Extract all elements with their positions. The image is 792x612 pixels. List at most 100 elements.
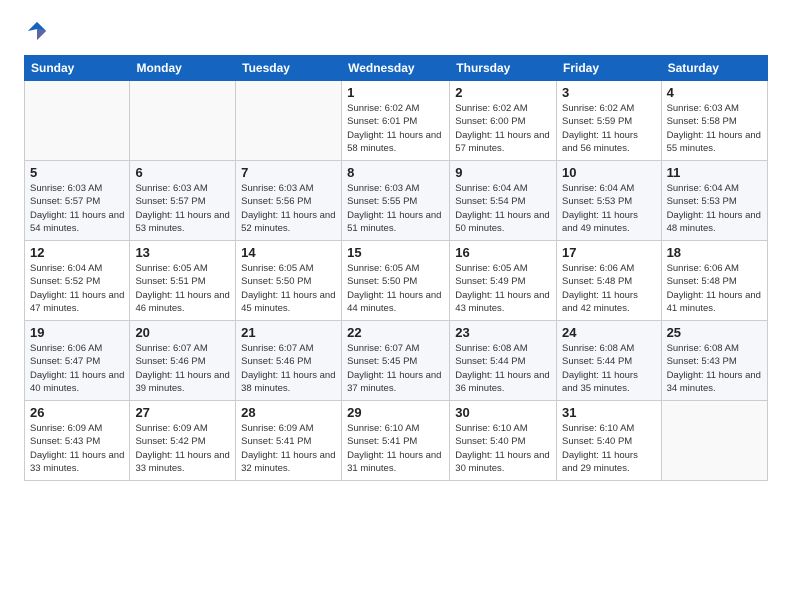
day-content: Sunrise: 6:10 AM Sunset: 5:40 PM Dayligh… <box>455 422 551 475</box>
weekday-tuesday: Tuesday <box>236 56 342 81</box>
day-content: Sunrise: 6:03 AM Sunset: 5:56 PM Dayligh… <box>241 182 336 235</box>
calendar-cell: 6 Sunrise: 6:03 AM Sunset: 5:57 PM Daylig… <box>130 161 236 241</box>
calendar-cell: 8 Sunrise: 6:03 AM Sunset: 5:55 PM Daylig… <box>342 161 450 241</box>
calendar-cell: 25 Sunrise: 6:08 AM Sunset: 5:43 PM Dayli… <box>661 321 767 401</box>
calendar-cell: 7 Sunrise: 6:03 AM Sunset: 5:56 PM Daylig… <box>236 161 342 241</box>
calendar-cell: 1 Sunrise: 6:02 AM Sunset: 6:01 PM Daylig… <box>342 81 450 161</box>
calendar-cell: 15Sunrise: 6:05 AM Sunset: 5:50 PM Dayli… <box>342 241 450 321</box>
calendar-cell: 13 Sunrise: 6:05 AM Sunset: 5:51 PM Dayli… <box>130 241 236 321</box>
day-number: 6 <box>135 165 230 180</box>
day-content: Sunrise: 6:10 AM Sunset: 5:41 PM Dayligh… <box>347 422 444 475</box>
page: SundayMondayTuesdayWednesdayThursdayFrid… <box>0 0 792 612</box>
day-content: Sunrise: 6:05 AM Sunset: 5:51 PM Dayligh… <box>135 262 230 315</box>
day-content: Sunrise: 6:09 AM Sunset: 5:41 PM Dayligh… <box>241 422 336 475</box>
calendar-cell: 21 Sunrise: 6:07 AM Sunset: 5:46 PM Dayli… <box>236 321 342 401</box>
day-content: Sunrise: 6:06 AM Sunset: 5:47 PM Dayligh… <box>30 342 124 395</box>
day-content: Sunrise: 6:03 AM Sunset: 5:57 PM Dayligh… <box>135 182 230 235</box>
day-content: Sunrise: 6:06 AM Sunset: 5:48 PM Dayligh… <box>667 262 762 315</box>
calendar-cell <box>236 81 342 161</box>
day-number: 8 <box>347 165 444 180</box>
calendar-cell <box>130 81 236 161</box>
day-content: Sunrise: 6:08 AM Sunset: 5:44 PM Dayligh… <box>455 342 551 395</box>
calendar-week-row: 5 Sunrise: 6:03 AM Sunset: 5:57 PM Daylig… <box>25 161 768 241</box>
day-number: 15 <box>347 245 444 260</box>
calendar-cell <box>25 81 130 161</box>
day-number: 4 <box>667 85 762 100</box>
logo <box>24 20 48 47</box>
calendar-cell: 3Sunrise: 6:02 AM Sunset: 5:59 PM Daylig… <box>556 81 661 161</box>
calendar-cell: 12Sunrise: 6:04 AM Sunset: 5:52 PM Dayli… <box>25 241 130 321</box>
day-number: 19 <box>30 325 124 340</box>
day-number: 23 <box>455 325 551 340</box>
day-number: 9 <box>455 165 551 180</box>
calendar-week-row: 26 Sunrise: 6:09 AM Sunset: 5:43 PM Dayli… <box>25 401 768 481</box>
day-number: 25 <box>667 325 762 340</box>
calendar-cell: 28Sunrise: 6:09 AM Sunset: 5:41 PM Dayli… <box>236 401 342 481</box>
day-number: 30 <box>455 405 551 420</box>
day-content: Sunrise: 6:07 AM Sunset: 5:46 PM Dayligh… <box>241 342 336 395</box>
calendar-cell: 24 Sunrise: 6:08 AM Sunset: 5:44 PM Dayli… <box>556 321 661 401</box>
day-content: Sunrise: 6:09 AM Sunset: 5:42 PM Dayligh… <box>135 422 230 475</box>
calendar-cell: 27 Sunrise: 6:09 AM Sunset: 5:42 PM Dayli… <box>130 401 236 481</box>
calendar-cell: 9 Sunrise: 6:04 AM Sunset: 5:54 PM Daylig… <box>450 161 557 241</box>
calendar-cell: 10 Sunrise: 6:04 AM Sunset: 5:53 PM Dayli… <box>556 161 661 241</box>
day-content: Sunrise: 6:03 AM Sunset: 5:58 PM Dayligh… <box>667 102 762 155</box>
calendar-cell: 18 Sunrise: 6:06 AM Sunset: 5:48 PM Dayli… <box>661 241 767 321</box>
day-content: Sunrise: 6:03 AM Sunset: 5:55 PM Dayligh… <box>347 182 444 235</box>
day-content: Sunrise: 6:04 AM Sunset: 5:54 PM Dayligh… <box>455 182 551 235</box>
calendar-cell: 17 Sunrise: 6:06 AM Sunset: 5:48 PM Dayli… <box>556 241 661 321</box>
calendar-week-row: 19 Sunrise: 6:06 AM Sunset: 5:47 PM Dayli… <box>25 321 768 401</box>
calendar-cell: 14Sunrise: 6:05 AM Sunset: 5:50 PM Dayli… <box>236 241 342 321</box>
calendar-cell: 23 Sunrise: 6:08 AM Sunset: 5:44 PM Dayli… <box>450 321 557 401</box>
day-number: 7 <box>241 165 336 180</box>
weekday-thursday: Thursday <box>450 56 557 81</box>
day-number: 21 <box>241 325 336 340</box>
calendar-week-row: 1 Sunrise: 6:02 AM Sunset: 6:01 PM Daylig… <box>25 81 768 161</box>
day-content: Sunrise: 6:08 AM Sunset: 5:44 PM Dayligh… <box>562 342 656 395</box>
day-number: 1 <box>347 85 444 100</box>
day-content: Sunrise: 6:09 AM Sunset: 5:43 PM Dayligh… <box>30 422 124 475</box>
calendar-cell: 29 Sunrise: 6:10 AM Sunset: 5:41 PM Dayli… <box>342 401 450 481</box>
calendar-cell: 11Sunrise: 6:04 AM Sunset: 5:53 PM Dayli… <box>661 161 767 241</box>
day-number: 22 <box>347 325 444 340</box>
weekday-header-row: SundayMondayTuesdayWednesdayThursdayFrid… <box>25 56 768 81</box>
day-number: 31 <box>562 405 656 420</box>
calendar-cell: 5 Sunrise: 6:03 AM Sunset: 5:57 PM Daylig… <box>25 161 130 241</box>
day-number: 16 <box>455 245 551 260</box>
day-content: Sunrise: 6:05 AM Sunset: 5:50 PM Dayligh… <box>241 262 336 315</box>
day-number: 18 <box>667 245 762 260</box>
day-content: Sunrise: 6:10 AM Sunset: 5:40 PM Dayligh… <box>562 422 656 475</box>
day-number: 24 <box>562 325 656 340</box>
weekday-sunday: Sunday <box>25 56 130 81</box>
day-content: Sunrise: 6:06 AM Sunset: 5:48 PM Dayligh… <box>562 262 656 315</box>
day-content: Sunrise: 6:04 AM Sunset: 5:52 PM Dayligh… <box>30 262 124 315</box>
day-content: Sunrise: 6:02 AM Sunset: 6:00 PM Dayligh… <box>455 102 551 155</box>
calendar-cell: 22 Sunrise: 6:07 AM Sunset: 5:45 PM Dayli… <box>342 321 450 401</box>
day-content: Sunrise: 6:03 AM Sunset: 5:57 PM Dayligh… <box>30 182 124 235</box>
header <box>24 20 768 47</box>
day-content: Sunrise: 6:07 AM Sunset: 5:46 PM Dayligh… <box>135 342 230 395</box>
calendar-table: SundayMondayTuesdayWednesdayThursdayFrid… <box>24 55 768 481</box>
day-content: Sunrise: 6:05 AM Sunset: 5:49 PM Dayligh… <box>455 262 551 315</box>
day-content: Sunrise: 6:08 AM Sunset: 5:43 PM Dayligh… <box>667 342 762 395</box>
day-number: 27 <box>135 405 230 420</box>
calendar-cell: 20 Sunrise: 6:07 AM Sunset: 5:46 PM Dayli… <box>130 321 236 401</box>
day-content: Sunrise: 6:07 AM Sunset: 5:45 PM Dayligh… <box>347 342 444 395</box>
calendar-cell: 30 Sunrise: 6:10 AM Sunset: 5:40 PM Dayli… <box>450 401 557 481</box>
day-content: Sunrise: 6:04 AM Sunset: 5:53 PM Dayligh… <box>562 182 656 235</box>
calendar-cell: 16 Sunrise: 6:05 AM Sunset: 5:49 PM Dayli… <box>450 241 557 321</box>
day-number: 29 <box>347 405 444 420</box>
day-number: 13 <box>135 245 230 260</box>
day-number: 26 <box>30 405 124 420</box>
day-number: 2 <box>455 85 551 100</box>
day-number: 10 <box>562 165 656 180</box>
day-content: Sunrise: 6:02 AM Sunset: 6:01 PM Dayligh… <box>347 102 444 155</box>
day-number: 20 <box>135 325 230 340</box>
day-content: Sunrise: 6:04 AM Sunset: 5:53 PM Dayligh… <box>667 182 762 235</box>
calendar-cell: 31 Sunrise: 6:10 AM Sunset: 5:40 PM Dayli… <box>556 401 661 481</box>
day-number: 5 <box>30 165 124 180</box>
day-number: 17 <box>562 245 656 260</box>
calendar-cell: 26 Sunrise: 6:09 AM Sunset: 5:43 PM Dayli… <box>25 401 130 481</box>
calendar-cell: 4 Sunrise: 6:03 AM Sunset: 5:58 PM Daylig… <box>661 81 767 161</box>
calendar-cell: 2 Sunrise: 6:02 AM Sunset: 6:00 PM Daylig… <box>450 81 557 161</box>
